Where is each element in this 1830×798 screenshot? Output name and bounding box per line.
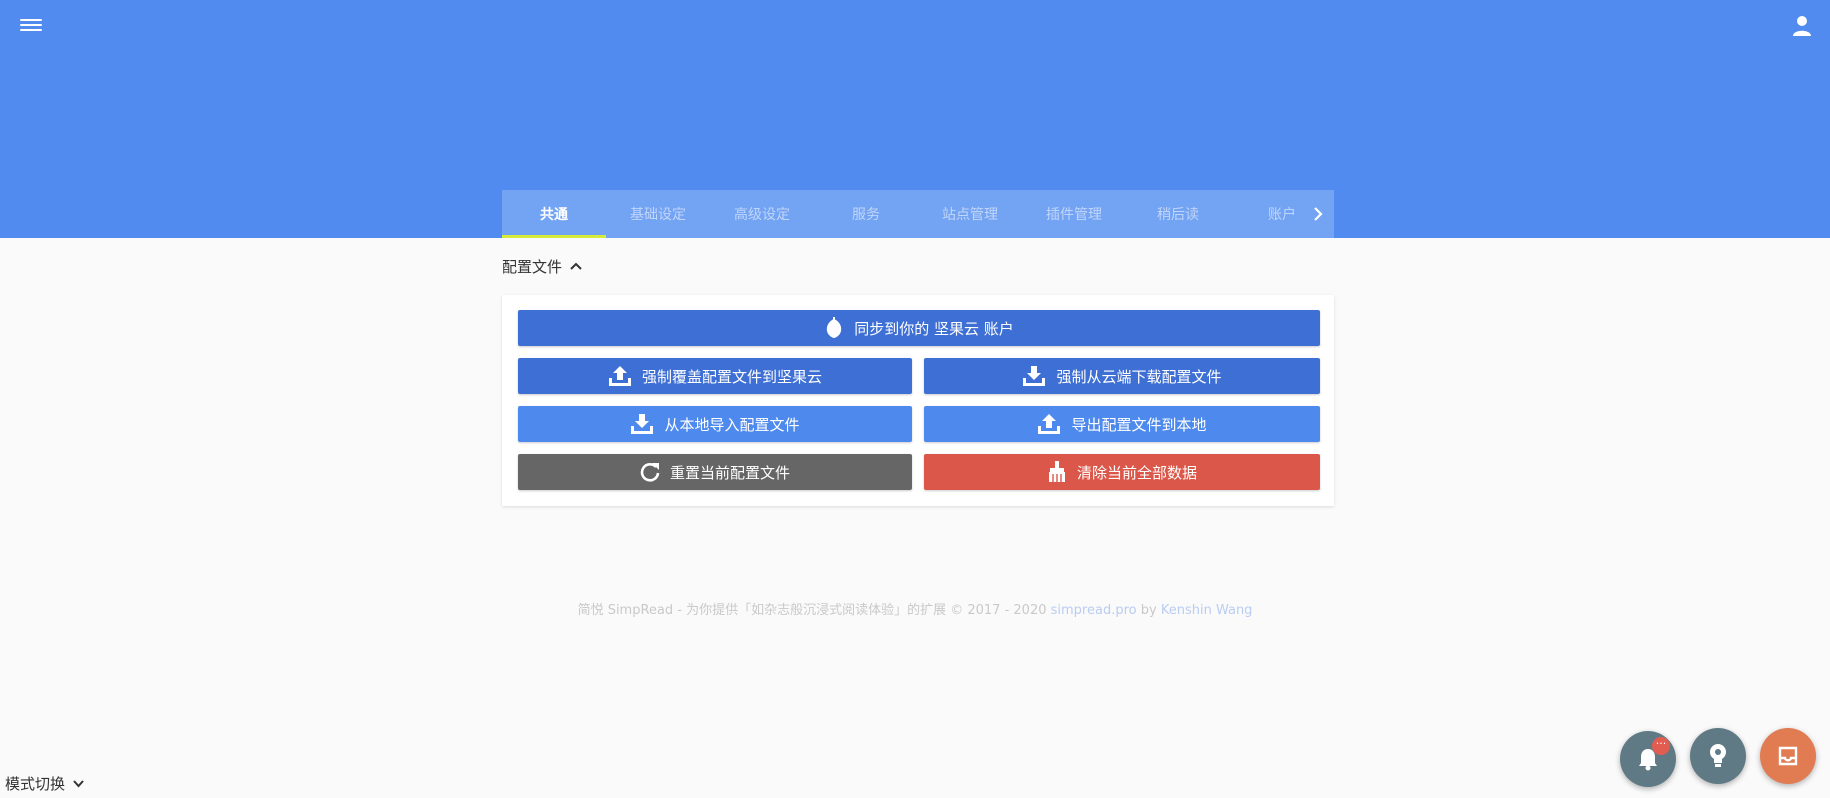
user-icon[interactable] bbox=[1792, 15, 1812, 37]
button-label: 同步到你的 坚果云 账户 bbox=[854, 319, 1014, 338]
tab-label: 基础设定 bbox=[630, 207, 686, 223]
chevron-right-icon bbox=[1314, 207, 1323, 221]
chevron-up-icon bbox=[570, 262, 582, 270]
button-label: 从本地导入配置文件 bbox=[664, 415, 800, 434]
button-label: 清除当前全部数据 bbox=[1076, 463, 1197, 482]
inbox-icon bbox=[1778, 746, 1798, 766]
reset-config-button[interactable]: 重置当前配置文件 bbox=[518, 454, 912, 490]
button-label: 导出配置文件到本地 bbox=[1071, 415, 1207, 434]
tab-advanced-settings[interactable]: 高级设定 bbox=[710, 190, 814, 238]
site-link[interactable]: simpread.pro bbox=[1051, 603, 1137, 618]
footer-text: 简悦 SimpRead - 为你提供「如杂志般沉浸式阅读体验」的扩展 © 201… bbox=[577, 603, 1047, 618]
read-later-fab[interactable] bbox=[1760, 728, 1816, 784]
config-section-toggle[interactable]: 配置文件 bbox=[502, 256, 582, 276]
upload-tray-icon bbox=[608, 366, 631, 386]
hamburger-menu-icon[interactable] bbox=[20, 16, 42, 34]
tab-read-later[interactable]: 稍后读 bbox=[1126, 190, 1230, 238]
chevron-down-icon bbox=[73, 779, 84, 787]
broom-icon bbox=[1048, 461, 1065, 482]
button-label: 重置当前配置文件 bbox=[669, 463, 790, 482]
tab-label: 站点管理 bbox=[942, 207, 998, 223]
tab-common[interactable]: 共通 bbox=[502, 190, 606, 238]
upload-tray-icon bbox=[1038, 414, 1061, 434]
section-title: 配置文件 bbox=[502, 257, 563, 276]
export-local-button[interactable]: 导出配置文件到本地 bbox=[924, 406, 1320, 442]
app-header: 共通 基础设定 高级设定 服务 站点管理 插件管理 稍后读 账户 bbox=[0, 0, 1830, 238]
footer-by: by bbox=[1140, 603, 1157, 618]
tab-label: 高级设定 bbox=[734, 207, 790, 223]
config-card: 同步到你的 坚果云 账户 强制覆盖配置文件到坚果云 强制从云端下载配置文件 从本… bbox=[502, 295, 1334, 506]
refresh-icon bbox=[640, 463, 660, 482]
clear-all-data-button[interactable]: 清除当前全部数据 bbox=[924, 454, 1320, 490]
tab-label: 共通 bbox=[540, 207, 568, 223]
import-local-button[interactable]: 从本地导入配置文件 bbox=[518, 406, 912, 442]
download-tray-icon bbox=[1023, 366, 1046, 386]
button-label: 强制从云端下载配置文件 bbox=[1056, 367, 1222, 386]
tab-label: 稍后读 bbox=[1157, 207, 1199, 223]
tab-basic-settings[interactable]: 基础设定 bbox=[606, 190, 710, 238]
tips-fab[interactable] bbox=[1690, 728, 1746, 784]
footer: 简悦 SimpRead - 为你提供「如杂志般沉浸式阅读体验」的扩展 © 201… bbox=[0, 599, 1830, 618]
button-label: 强制覆盖配置文件到坚果云 bbox=[641, 367, 822, 386]
tab-plugin-management[interactable]: 插件管理 bbox=[1022, 190, 1126, 238]
settings-tabs: 共通 基础设定 高级设定 服务 站点管理 插件管理 稍后读 账户 bbox=[502, 190, 1334, 238]
author-link[interactable]: Kenshin Wang bbox=[1161, 603, 1253, 618]
tabs-scroll-right-button[interactable] bbox=[1302, 190, 1334, 238]
tab-label: 服务 bbox=[852, 207, 880, 223]
notification-badge: ··· bbox=[1652, 737, 1670, 755]
notification-fab[interactable]: ··· bbox=[1620, 731, 1676, 787]
mode-switch-label: 模式切换 bbox=[5, 775, 66, 793]
force-download-button[interactable]: 强制从云端下载配置文件 bbox=[924, 358, 1320, 394]
download-tray-icon bbox=[631, 414, 654, 434]
tab-services[interactable]: 服务 bbox=[814, 190, 918, 238]
tab-site-management[interactable]: 站点管理 bbox=[918, 190, 1022, 238]
tab-label: 插件管理 bbox=[1046, 207, 1102, 223]
sync-nutstore-button[interactable]: 同步到你的 坚果云 账户 bbox=[518, 310, 1320, 346]
lightbulb-icon bbox=[1710, 744, 1726, 767]
force-upload-button[interactable]: 强制覆盖配置文件到坚果云 bbox=[518, 358, 912, 394]
tab-label: 账户 bbox=[1268, 207, 1296, 223]
nut-icon bbox=[827, 317, 842, 338]
mode-switch-dropdown[interactable]: 模式切换 bbox=[5, 773, 84, 794]
